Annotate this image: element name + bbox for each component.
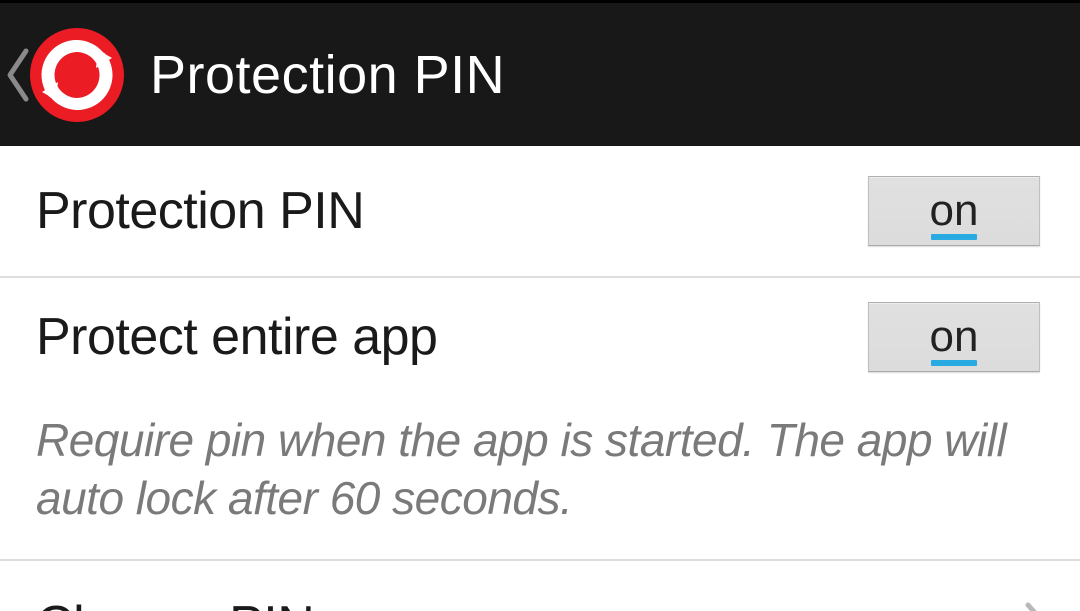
protection-pin-toggle[interactable]: on: [868, 176, 1040, 246]
page-title: Protection PIN: [150, 44, 505, 106]
change-pin-row[interactable]: Change PIN: [0, 561, 1080, 611]
app-logo-icon: [30, 28, 124, 122]
chevron-right-icon: [1022, 601, 1052, 611]
toggle-indicator: [931, 234, 977, 240]
protection-pin-row: Protection PIN on: [0, 146, 1080, 278]
protect-entire-app-toggle[interactable]: on: [868, 302, 1040, 372]
protect-entire-app-row: Protect entire app on: [0, 278, 1080, 396]
toggle-state-text: on: [930, 189, 979, 233]
settings-list: Protection PIN on Protect entire app on …: [0, 146, 1080, 611]
chevron-left-icon: [4, 45, 30, 105]
protect-entire-app-label: Protect entire app: [36, 307, 437, 367]
toggle-indicator: [931, 360, 977, 366]
protect-entire-app-description: Require pin when the app is started. The…: [0, 396, 1080, 561]
header: Protection PIN: [0, 3, 1080, 146]
change-pin-label: Change PIN: [36, 595, 314, 611]
protection-pin-label: Protection PIN: [36, 181, 364, 241]
toggle-state-text: on: [930, 315, 979, 359]
back-button[interactable]: [0, 3, 134, 146]
